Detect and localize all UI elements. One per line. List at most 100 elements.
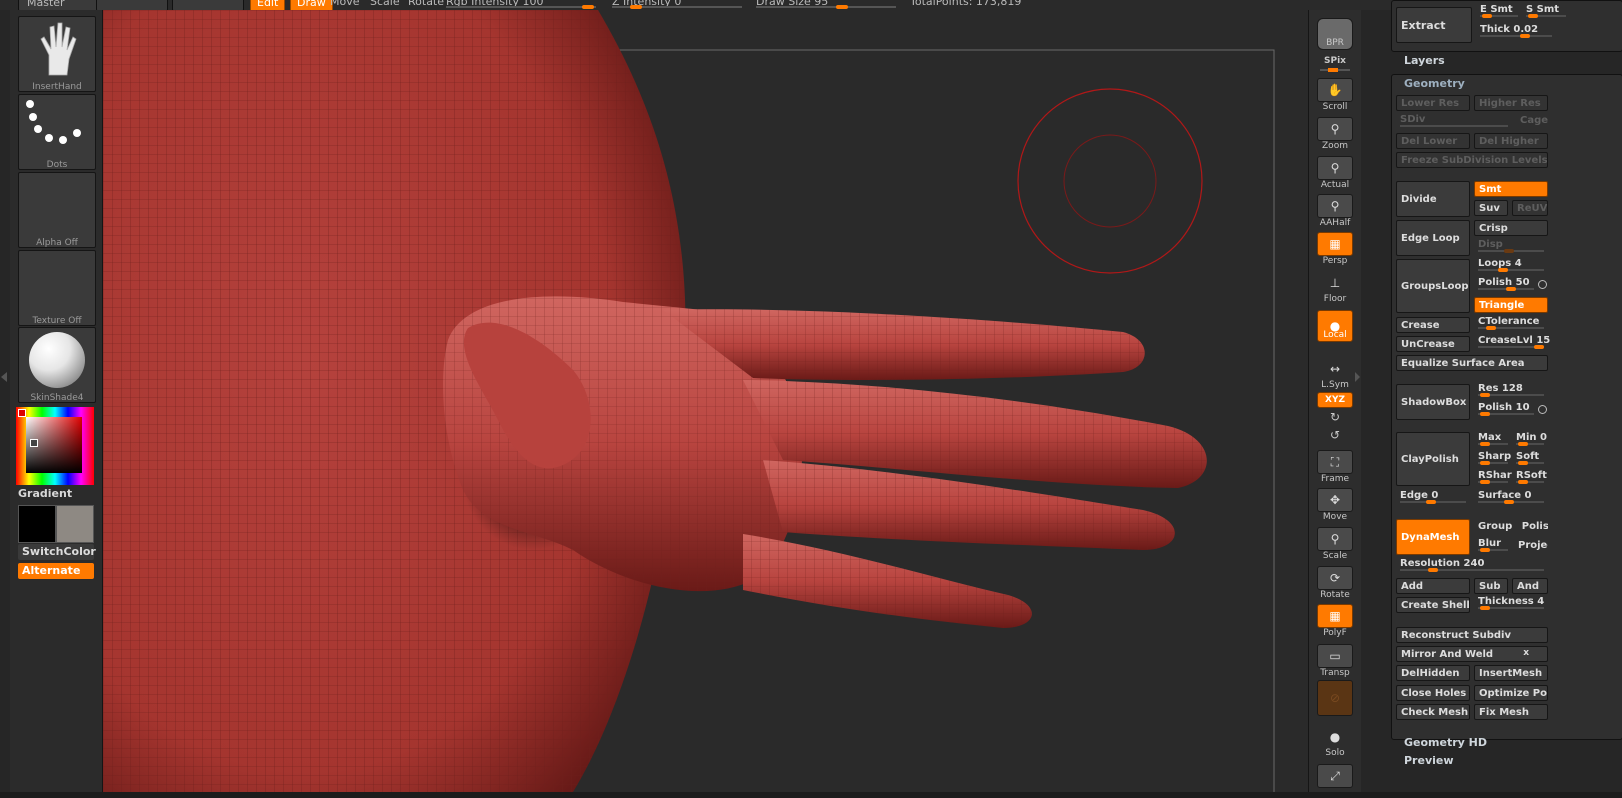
- preview-header[interactable]: Preview: [1404, 754, 1454, 767]
- projec-toggle[interactable]: Projec: [1514, 538, 1548, 554]
- layers-header[interactable]: Layers: [1404, 54, 1445, 67]
- optimize-points-button[interactable]: Optimize Poi: [1474, 685, 1548, 701]
- rotate-mode-button[interactable]: Rotate: [408, 0, 444, 10]
- bpr-button[interactable]: BPR: [1316, 18, 1354, 52]
- resolution-slider[interactable]: Resolution 240: [1396, 557, 1548, 573]
- crisp-toggle[interactable]: Crisp: [1474, 220, 1548, 236]
- fix-mesh-button[interactable]: Fix Mesh: [1474, 704, 1548, 720]
- create-shell-button[interactable]: Create Shell: [1396, 597, 1470, 613]
- move-button[interactable]: ✥ Move: [1316, 488, 1354, 522]
- del-lower-button[interactable]: Del Lower: [1396, 133, 1470, 149]
- extract-button[interactable]: Extract: [1396, 7, 1472, 43]
- cage-button[interactable]: Cage: [1516, 113, 1548, 129]
- local-button[interactable]: ● Local: [1316, 310, 1354, 344]
- edit-button[interactable]: Edit: [250, 0, 286, 10]
- ghost-button[interactable]: ⊘: [1316, 680, 1354, 718]
- polyf-button[interactable]: ▦ PolyF: [1316, 604, 1354, 638]
- surface-slider[interactable]: Surface 0: [1474, 489, 1548, 505]
- reuv-toggle[interactable]: ReUV: [1512, 200, 1548, 216]
- stroke-thumbnail[interactable]: Dots: [18, 94, 96, 170]
- reconstruct-subdiv-button[interactable]: Reconstruct Subdiv: [1396, 627, 1548, 643]
- frame-button[interactable]: ⛶ Frame: [1316, 450, 1354, 484]
- rgb-intensity-slider[interactable]: Rgb Intensity 100: [446, 0, 543, 10]
- claypolish-button[interactable]: ClayPolish: [1396, 432, 1470, 486]
- dynamesh-button[interactable]: DynaMesh: [1396, 519, 1470, 555]
- z-intensity-slider[interactable]: Z Intensity 0: [612, 0, 681, 10]
- add-button[interactable]: Add: [1396, 578, 1470, 594]
- polish-circle-icon[interactable]: [1538, 280, 1547, 289]
- crease-button[interactable]: Crease: [1396, 317, 1470, 333]
- draw-size-slider[interactable]: Draw Size 95: [756, 0, 828, 10]
- group-toggle[interactable]: Group Polish: [1474, 519, 1548, 535]
- groups-loops-button[interactable]: GroupsLoops: [1396, 259, 1470, 313]
- creaselvl-slider[interactable]: CreaseLvl 15: [1474, 334, 1550, 350]
- uncrease-button[interactable]: UnCrease: [1396, 336, 1470, 352]
- freeze-subdivision-button[interactable]: Freeze SubDivision Levels: [1396, 152, 1548, 168]
- triangle-toggle[interactable]: Triangle: [1474, 297, 1548, 313]
- sdiv-slider[interactable]: SDiv: [1396, 113, 1512, 129]
- lsym-button[interactable]: ↔ L.Sym: [1316, 358, 1354, 392]
- mirror-and-weld-button[interactable]: Mirror And Weld x: [1396, 646, 1548, 662]
- color-picker[interactable]: [16, 407, 94, 485]
- solo-button[interactable]: ● Solo: [1316, 726, 1354, 760]
- del-higher-button[interactable]: Del Higher: [1474, 133, 1548, 149]
- divide-button[interactable]: Divide: [1396, 181, 1470, 217]
- left-tray-handle[interactable]: [0, 10, 10, 792]
- soft-slider[interactable]: Soft: [1512, 450, 1548, 466]
- switch-color-button[interactable]: SwitchColor: [18, 544, 96, 560]
- topbar-blank-button-2[interactable]: [172, 0, 244, 10]
- draw-button[interactable]: Draw: [290, 0, 333, 10]
- higher-res-button[interactable]: Higher Res: [1474, 95, 1548, 111]
- close-holes-button[interactable]: Close Holes: [1396, 685, 1470, 701]
- rshar-slider[interactable]: RShar: [1474, 469, 1512, 485]
- smt-toggle[interactable]: Smt: [1474, 181, 1548, 197]
- transp-button[interactable]: ▭ Transp: [1316, 644, 1354, 678]
- e-smt-slider[interactable]: E Smt: [1476, 3, 1522, 19]
- scale-mode-button[interactable]: Scale: [370, 0, 400, 10]
- alpha-thumbnail[interactable]: Alpha Off: [18, 172, 96, 248]
- brush-thumbnail[interactable]: InsertHand: [18, 16, 96, 92]
- polish-circle-icon-2[interactable]: [1538, 405, 1547, 414]
- canvas-viewport[interactable]: [103, 10, 1308, 792]
- check-mesh-button[interactable]: Check Mesh: [1396, 704, 1470, 720]
- min-slider[interactable]: Min 0: [1512, 431, 1548, 447]
- lower-res-button[interactable]: Lower Res: [1396, 95, 1470, 111]
- equalize-surface-area-button[interactable]: Equalize Surface Area: [1396, 355, 1548, 371]
- shadowbox-button[interactable]: ShadowBox: [1396, 384, 1470, 420]
- sub-button[interactable]: Sub: [1474, 578, 1508, 594]
- alternate-button[interactable]: Alternate: [18, 563, 94, 579]
- material-thumbnail[interactable]: SkinShade4: [18, 327, 96, 403]
- texture-thumbnail[interactable]: Texture Off: [18, 250, 96, 326]
- thickness-slider[interactable]: Thickness 4: [1474, 595, 1548, 611]
- max-slider[interactable]: Max: [1474, 431, 1512, 447]
- persp-button[interactable]: ▦ Persp: [1316, 232, 1354, 266]
- thick-slider[interactable]: Thick 0.02: [1476, 23, 1556, 39]
- rotate-y-button[interactable]: ↻: [1316, 411, 1354, 428]
- aahalf-button[interactable]: ⚲ AAHalf: [1316, 194, 1354, 228]
- zoom-button[interactable]: ⚲ Zoom: [1316, 117, 1354, 151]
- geometry-header[interactable]: Geometry: [1404, 77, 1465, 90]
- polish-50-slider[interactable]: Polish 50: [1474, 276, 1538, 292]
- spix-slider[interactable]: SPix: [1316, 56, 1354, 76]
- res-128-slider[interactable]: Res 128: [1474, 382, 1548, 398]
- edge-loop-button[interactable]: Edge Loop: [1396, 220, 1470, 256]
- polish-10-slider[interactable]: Polish 10: [1474, 401, 1538, 417]
- rsoft-slider[interactable]: RSoft: [1512, 469, 1548, 485]
- secondary-color-swatch[interactable]: [56, 505, 94, 543]
- xyz-button[interactable]: XYZ: [1316, 392, 1354, 410]
- geometry-hd-header[interactable]: Geometry HD: [1404, 736, 1487, 749]
- scroll-button[interactable]: ✋ Scroll: [1316, 78, 1354, 112]
- insertmesh-button[interactable]: InsertMesh: [1474, 665, 1548, 681]
- s-smt-slider[interactable]: S Smt: [1522, 3, 1570, 19]
- xpose-button[interactable]: ⤢: [1316, 764, 1354, 798]
- scale-button[interactable]: ⚲ Scale: [1316, 527, 1354, 561]
- disp-slider[interactable]: Disp: [1474, 238, 1548, 254]
- suv-toggle[interactable]: Suv: [1474, 200, 1508, 216]
- actual-button[interactable]: ⚲ Actual: [1316, 156, 1354, 190]
- gradient-label[interactable]: Gradient: [18, 487, 72, 500]
- rotate-button[interactable]: ⟳ Rotate: [1316, 566, 1354, 600]
- blur-slider[interactable]: Blur: [1474, 537, 1512, 553]
- and-button[interactable]: And: [1512, 578, 1548, 594]
- main-color-swatch[interactable]: [18, 505, 56, 543]
- floor-button[interactable]: ⊥ Floor: [1316, 272, 1354, 306]
